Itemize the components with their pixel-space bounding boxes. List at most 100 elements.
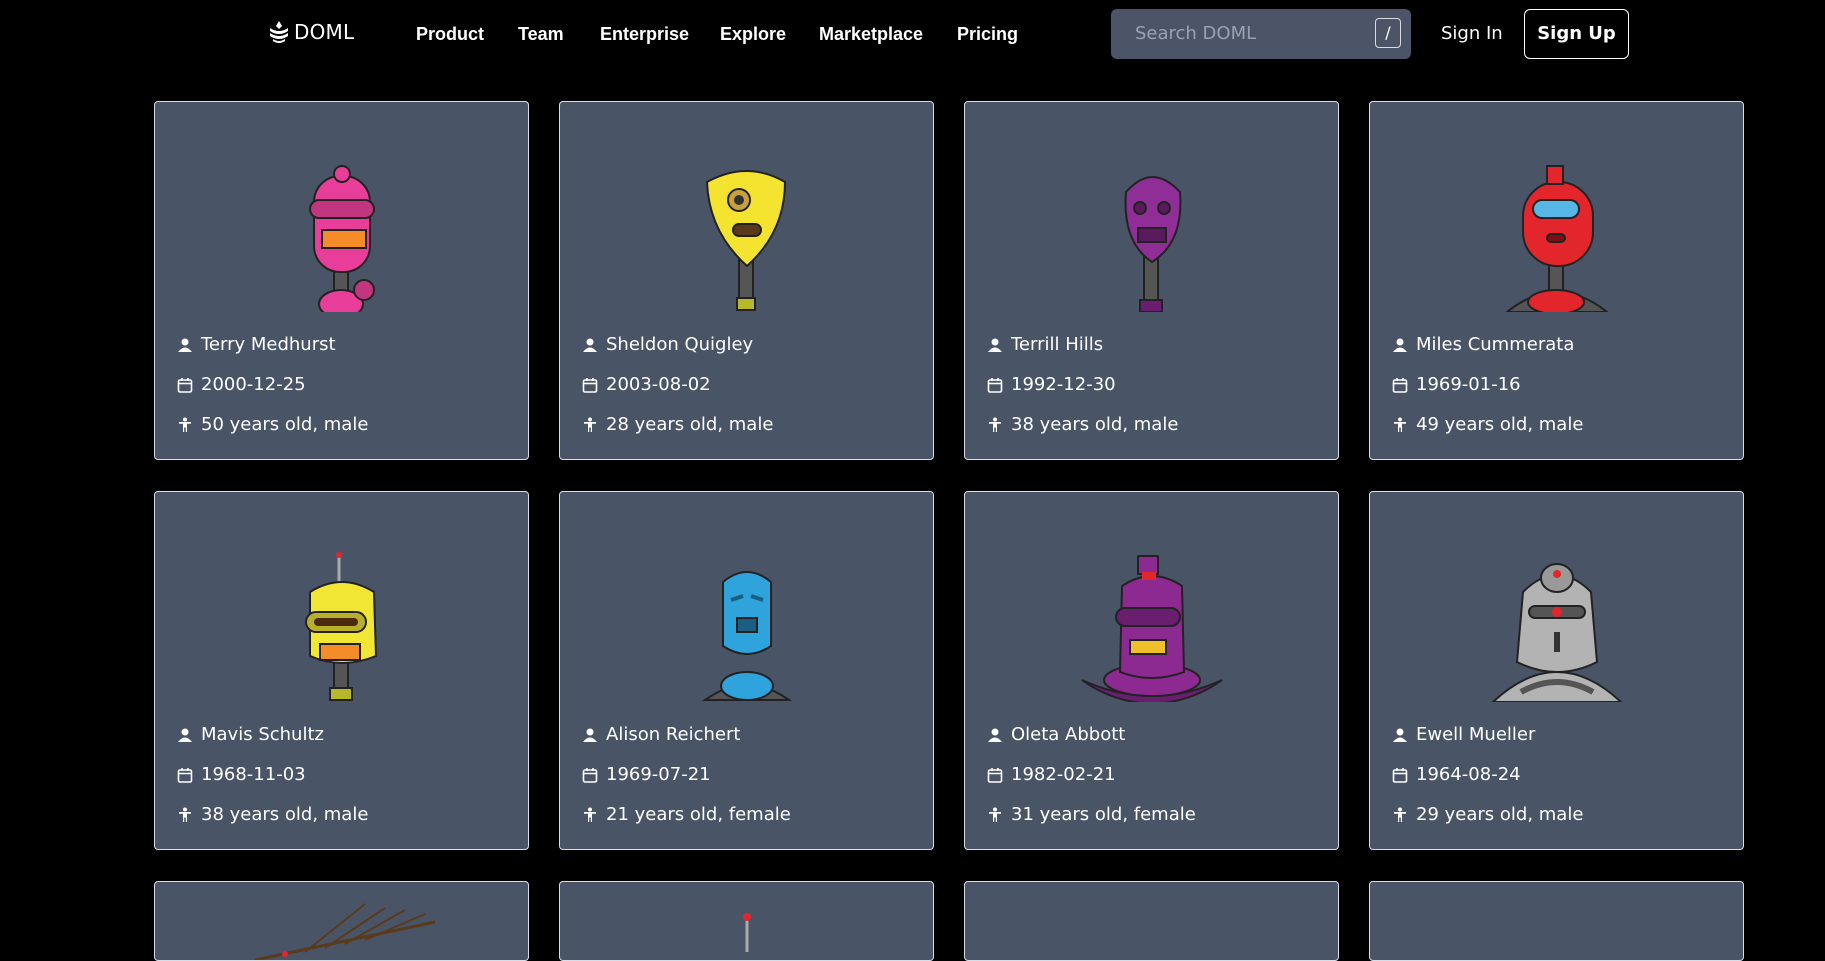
person-standing-icon xyxy=(1394,807,1406,822)
user-card[interactable]: Oleta Abbott 1982-02-21 31 years old, fe… xyxy=(964,491,1339,850)
user-card[interactable] xyxy=(154,881,529,961)
nav-product[interactable]: Product xyxy=(416,24,484,45)
person-icon xyxy=(988,338,1002,352)
calendar-icon xyxy=(1392,377,1408,393)
user-birthdate: 1969-01-16 xyxy=(1416,374,1521,395)
user-card[interactable]: Ewell Mueller 1964-08-24 29 years old, m… xyxy=(1369,491,1744,850)
user-card[interactable] xyxy=(964,881,1339,961)
robot-avatar xyxy=(1491,563,1622,702)
person-standing-icon xyxy=(584,417,596,432)
user-card[interactable]: Sheldon Quigley 2003-08-02 28 years old,… xyxy=(559,101,934,460)
logo-icon xyxy=(270,21,288,43)
user-name-row: Miles Cummerata xyxy=(1392,334,1574,355)
logo[interactable]: DOML xyxy=(268,20,354,44)
user-card[interactable]: Alison Reichert 1969-07-21 21 years old,… xyxy=(559,491,934,850)
user-birthdate: 2003-08-02 xyxy=(606,374,711,395)
user-birthdate: 1969-07-21 xyxy=(606,764,711,785)
user-name-row: Sheldon Quigley xyxy=(582,334,753,355)
user-birthdate-row: 1969-07-21 xyxy=(582,764,711,785)
user-details: 31 years old, female xyxy=(1011,804,1196,825)
user-birthdate: 1982-02-21 xyxy=(1011,764,1116,785)
sign-up-button[interactable]: Sign Up xyxy=(1524,9,1629,59)
robot-avatar xyxy=(308,165,375,312)
user-name: Sheldon Quigley xyxy=(606,334,754,355)
person-standing-icon xyxy=(989,417,1001,432)
calendar-icon xyxy=(1392,767,1408,783)
user-details: 49 years old, male xyxy=(1416,414,1584,435)
nav-enterprise[interactable]: Enterprise xyxy=(600,24,689,45)
person-standing-icon xyxy=(584,807,596,822)
user-birthdate-row: 2000-12-25 xyxy=(177,374,306,395)
person-icon xyxy=(583,338,597,352)
robot-avatar xyxy=(1124,176,1181,312)
user-card[interactable] xyxy=(1369,881,1744,961)
user-details-row: 38 years old, male xyxy=(177,804,368,825)
sign-in-link[interactable]: Sign In xyxy=(1441,23,1503,44)
calendar-icon xyxy=(177,767,193,783)
user-name: Ewell Mueller xyxy=(1416,724,1536,745)
user-card[interactable]: Terry Medhurst 2000-12-25 50 years old, … xyxy=(154,101,529,460)
robot-avatar xyxy=(705,170,786,311)
user-birthdate-row: 1992-12-30 xyxy=(987,374,1116,395)
user-card[interactable]: Terrill Hills 1992-12-30 38 years old, m… xyxy=(964,101,1339,460)
user-name: Oleta Abbott xyxy=(1011,724,1126,745)
logo-text: DOML xyxy=(294,20,355,44)
user-birthdate: 1968-11-03 xyxy=(201,764,306,785)
robot-avatar xyxy=(304,552,377,701)
user-name: Terrill Hills xyxy=(1011,334,1104,355)
calendar-icon xyxy=(987,767,1003,783)
user-name-row: Oleta Abbott xyxy=(987,724,1125,745)
user-name: Alison Reichert xyxy=(606,724,741,745)
user-details-row: 49 years old, male xyxy=(1392,414,1583,435)
person-icon xyxy=(178,338,192,352)
user-details-row: 28 years old, male xyxy=(582,414,773,435)
nav-team[interactable]: Team xyxy=(518,24,564,45)
nav-pricing[interactable]: Pricing xyxy=(957,24,1018,45)
user-birthdate-row: 1968-11-03 xyxy=(177,764,306,785)
user-details-row: 29 years old, male xyxy=(1392,804,1583,825)
person-standing-icon xyxy=(1394,417,1406,432)
robot-antenna-graphic xyxy=(254,903,436,960)
person-icon xyxy=(1393,728,1407,742)
search-box: / xyxy=(1111,9,1411,59)
user-card[interactable] xyxy=(559,881,934,961)
user-birthdate-row: 1982-02-21 xyxy=(987,764,1116,785)
user-name-row: Terrill Hills xyxy=(987,334,1103,355)
person-standing-icon xyxy=(989,807,1001,822)
user-name: Mavis Schultz xyxy=(201,724,324,745)
top-navigation-bar: DOML Product Team Enterprise Explore Mar… xyxy=(0,0,1825,70)
user-name-row: Ewell Mueller xyxy=(1392,724,1535,745)
user-card[interactable]: Mavis Schultz 1968-11-03 38 years old, m… xyxy=(154,491,529,850)
user-name: Terry Medhurst xyxy=(201,334,336,355)
user-details-row: 31 years old, female xyxy=(987,804,1196,825)
calendar-icon xyxy=(582,377,598,393)
user-card[interactable]: Miles Cummerata 1969-01-16 49 years old,… xyxy=(1369,101,1744,460)
person-icon xyxy=(178,728,192,742)
nav-marketplace[interactable]: Marketplace xyxy=(819,24,923,45)
user-details-row: 38 years old, male xyxy=(987,414,1178,435)
user-details: 38 years old, male xyxy=(201,804,369,825)
user-birthdate: 2000-12-25 xyxy=(201,374,306,395)
user-details: 29 years old, male xyxy=(1416,804,1584,825)
robot-avatar xyxy=(1080,555,1223,702)
person-icon xyxy=(1393,338,1407,352)
user-details-row: 50 years old, male xyxy=(177,414,368,435)
user-birthdate: 1964-08-24 xyxy=(1416,764,1521,785)
search-shortcut-key: / xyxy=(1375,18,1401,48)
user-birthdate-row: 1964-08-24 xyxy=(1392,764,1521,785)
search-input[interactable] xyxy=(1133,22,1357,45)
user-details: 21 years old, female xyxy=(606,804,791,825)
person-standing-icon xyxy=(179,807,191,822)
user-name: Miles Cummerata xyxy=(1416,334,1575,355)
calendar-icon xyxy=(177,377,193,393)
user-name-row: Terry Medhurst xyxy=(177,334,336,355)
nav-explore[interactable]: Explore xyxy=(720,24,786,45)
calendar-icon xyxy=(987,377,1003,393)
calendar-icon xyxy=(582,767,598,783)
user-name-row: Mavis Schultz xyxy=(177,724,324,745)
user-details: 38 years old, male xyxy=(1011,414,1179,435)
user-name-row: Alison Reichert xyxy=(582,724,740,745)
user-birthdate: 1992-12-30 xyxy=(1011,374,1116,395)
user-birthdate-row: 2003-08-02 xyxy=(582,374,711,395)
person-standing-icon xyxy=(179,417,191,432)
